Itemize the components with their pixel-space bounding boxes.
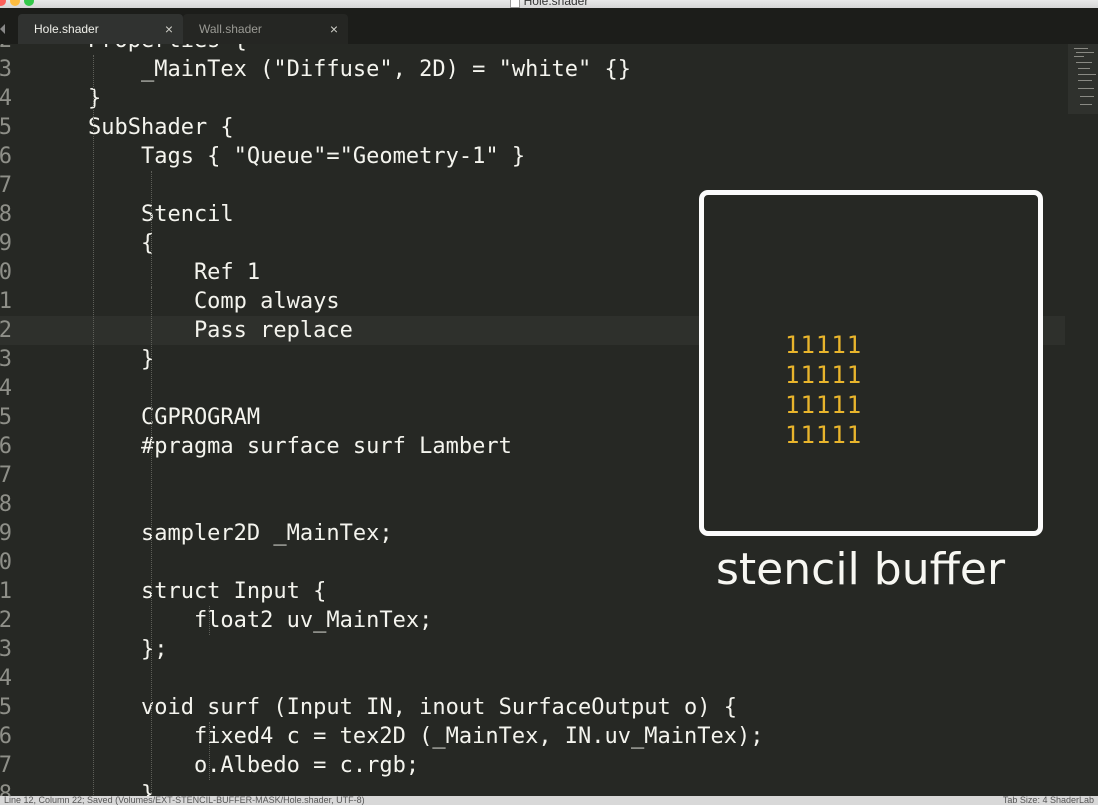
line-number: 2 [0, 44, 12, 55]
code-text: CGPROGRAM [35, 405, 261, 430]
line-number: 7 [0, 463, 12, 488]
stencil-row: 11111 [785, 391, 863, 419]
window-titlebar: Hole.shader [0, 0, 1098, 8]
code-line[interactable]: 6 fixed4 c = tex2D (_MainTex, IN.uv_Main… [0, 722, 1065, 751]
line-number: 2 [0, 318, 12, 343]
minimap-line [1078, 68, 1090, 69]
line-number: 3 [0, 347, 12, 372]
status-bar: Line 12, Column 22; Saved (Volumes/EXT-S… [0, 796, 1098, 805]
code-text: sampler2D _MainTex; [35, 521, 393, 546]
indent-guide [93, 55, 95, 796]
stencil-values: 11111 11111 11111 11111 [785, 330, 862, 450]
status-left-text: Line 12, Column 22; Saved (Volumes/EXT-S… [4, 796, 365, 805]
line-number: 0 [0, 550, 12, 575]
minimap-line [1080, 104, 1092, 105]
line-number: 1 [0, 579, 12, 604]
minimap-line [1076, 62, 1092, 63]
line-number: 6 [0, 434, 12, 459]
code-text: Properties { [35, 44, 247, 55]
tab-scroll-left-icon[interactable] [0, 24, 5, 34]
indent-guide [209, 722, 211, 780]
tab-label: Wall.shader [199, 22, 262, 36]
line-number: 7 [0, 753, 12, 778]
line-number: 6 [0, 724, 12, 749]
tab-hole-shader[interactable]: Hole.shader × [18, 14, 183, 44]
window-title: Hole.shader [0, 0, 1098, 8]
document-icon [509, 0, 520, 8]
line-number: 3 [0, 637, 12, 662]
indent-guide [151, 171, 153, 796]
minimap-line [1078, 80, 1092, 81]
code-line[interactable]: 5 void surf (Input IN, inout SurfaceOutp… [0, 693, 1065, 722]
code-line[interactable]: 6 Tags { "Queue"="Geometry-1" } [0, 142, 1065, 171]
code-text: struct Input { [35, 579, 327, 604]
line-number: 9 [0, 231, 12, 256]
code-line[interactable]: 2 Properties { [0, 44, 1065, 55]
line-number: 8 [0, 782, 12, 796]
stencil-buffer-caption: stencil buffer [716, 544, 1006, 595]
indent-guide [151, 287, 153, 403]
code-text: fixed4 c = tex2D (_MainTex, IN.uv_MainTe… [35, 724, 764, 749]
minimap[interactable] [1068, 44, 1098, 114]
code-text: void surf (Input IN, inout SurfaceOutput… [35, 695, 737, 720]
code-text: Pass replace [35, 318, 353, 343]
code-line[interactable]: 4 [0, 664, 1065, 693]
code-text: SubShader { [35, 115, 234, 140]
code-line[interactable]: 8 } [0, 780, 1065, 796]
code-text: Ref 1 [35, 260, 261, 285]
close-tab-icon[interactable]: × [165, 21, 173, 37]
minimap-line [1074, 48, 1088, 49]
minimap-line [1080, 96, 1094, 97]
stencil-row: 11111 [785, 421, 863, 449]
line-number: 5 [0, 115, 12, 140]
code-text: Stencil [35, 202, 234, 227]
line-number: 3 [0, 57, 12, 82]
code-text: } [35, 86, 102, 111]
close-tab-icon[interactable]: × [330, 21, 338, 37]
stencil-buffer-box: 11111 11111 11111 11111 [699, 190, 1043, 536]
stencil-row: 11111 [785, 361, 863, 389]
code-text: _MainTex ("Diffuse", 2D) = "white" {} [35, 57, 632, 82]
stencil-row: 11111 [785, 331, 863, 359]
tab-label: Hole.shader [34, 22, 99, 36]
code-line[interactable]: 3 }; [0, 635, 1065, 664]
status-right-text[interactable]: Tab Size: 4 ShaderLab [1003, 796, 1094, 805]
code-text: Tags { "Queue"="Geometry-1" } [35, 144, 526, 169]
line-number: 4 [0, 666, 12, 691]
minimap-line [1078, 74, 1096, 75]
code-line[interactable]: 7 o.Albedo = c.rgb; [0, 751, 1065, 780]
minimap-line [1076, 52, 1094, 53]
code-line[interactable]: 4 } [0, 84, 1065, 113]
line-number: 7 [0, 173, 12, 198]
line-number: 8 [0, 202, 12, 227]
line-number: 4 [0, 376, 12, 401]
line-number: 8 [0, 492, 12, 517]
minimap-line [1074, 56, 1084, 57]
code-line[interactable]: 2 float2 uv_MainTex; [0, 606, 1065, 635]
line-number: 6 [0, 144, 12, 169]
line-number: 1 [0, 289, 12, 314]
code-text: }; [35, 637, 168, 662]
code-text: #pragma surface surf Lambert [35, 434, 512, 459]
line-number: 2 [0, 608, 12, 633]
code-line[interactable]: 5 SubShader { [0, 113, 1065, 142]
tab-wall-shader[interactable]: Wall.shader × [183, 14, 348, 44]
line-number: 4 [0, 86, 12, 111]
line-number: 5 [0, 695, 12, 720]
tab-bar: Hole.shader × Wall.shader × [0, 8, 1098, 45]
window-title-text: Hole.shader [523, 0, 589, 8]
code-line[interactable]: 3 _MainTex ("Diffuse", 2D) = "white" {} [0, 55, 1065, 84]
code-text: Comp always [35, 289, 340, 314]
indent-guide [209, 606, 211, 635]
line-number: 0 [0, 260, 12, 285]
line-number: 5 [0, 405, 12, 430]
minimap-line [1078, 88, 1094, 89]
line-number: 9 [0, 521, 12, 546]
